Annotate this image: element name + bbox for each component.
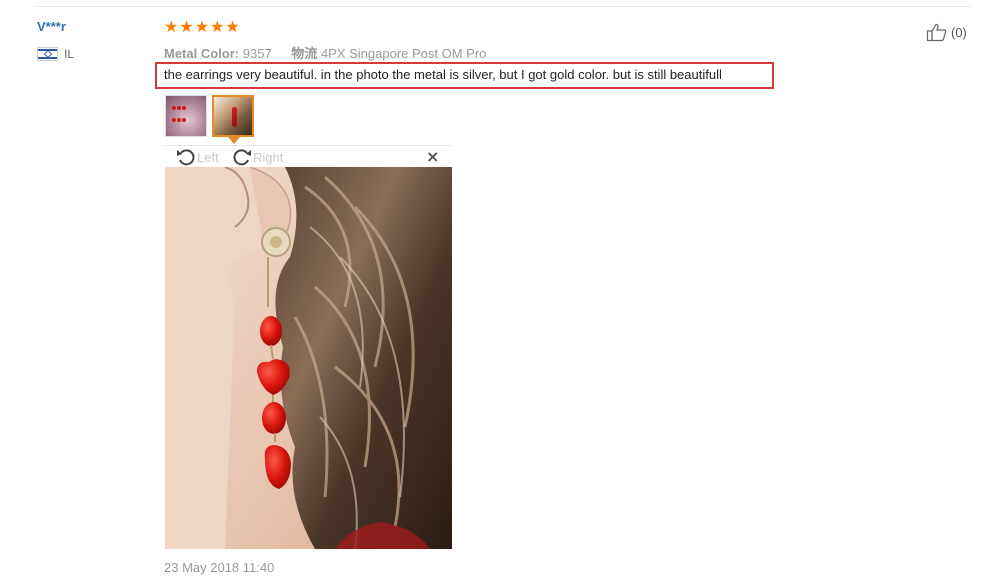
rotate-left-icon [177, 149, 195, 166]
metal-color-value: 9357 [242, 46, 272, 61]
close-icon[interactable]: × [426, 147, 439, 166]
country-code: IL [64, 47, 75, 61]
star-icon: ★ [225, 17, 240, 36]
flag-icon [37, 47, 58, 61]
divider [36, 6, 970, 7]
shipping-label: 物流 [291, 46, 318, 61]
selected-thumbnail-pointer [228, 137, 240, 144]
rotate-right-icon [233, 149, 251, 166]
rotate-right-label: Right [253, 149, 284, 165]
star-icon: ★ [179, 17, 194, 36]
like-button[interactable]: (0) [926, 22, 967, 42]
order-meta: Metal Color: 9357 物流 4PX Singapore Post … [164, 43, 486, 62]
review-photo-thumbnail-selected[interactable] [212, 95, 254, 137]
reviewer-name[interactable]: V***r [37, 19, 66, 34]
rotate-left-label: Left [197, 149, 219, 165]
star-icon: ★ [164, 17, 179, 36]
photo-viewer-toolbar: Left Right × [164, 145, 453, 167]
metal-color-label: Metal Color: [164, 46, 240, 61]
rotate-left-button[interactable]: Left [175, 147, 219, 167]
review-photo-large [165, 167, 452, 549]
reviewer-country: IL [37, 47, 74, 61]
star-icon: ★ [194, 17, 210, 36]
rating-stars: ★ ★ ★ ★ ★ [164, 18, 240, 36]
rotate-right-button[interactable]: Right [231, 147, 283, 167]
review-photo-thumbnail[interactable] [165, 95, 207, 137]
review-date: 23 May 2018 11:40 [164, 560, 275, 575]
like-count: (0) [951, 24, 967, 40]
review-text: the earrings very beautiful. in the phot… [164, 67, 722, 82]
star-icon: ★ [210, 17, 225, 36]
shipping-value: 4PX Singapore Post OM Pro [320, 46, 487, 61]
thumbs-up-icon [926, 23, 947, 42]
